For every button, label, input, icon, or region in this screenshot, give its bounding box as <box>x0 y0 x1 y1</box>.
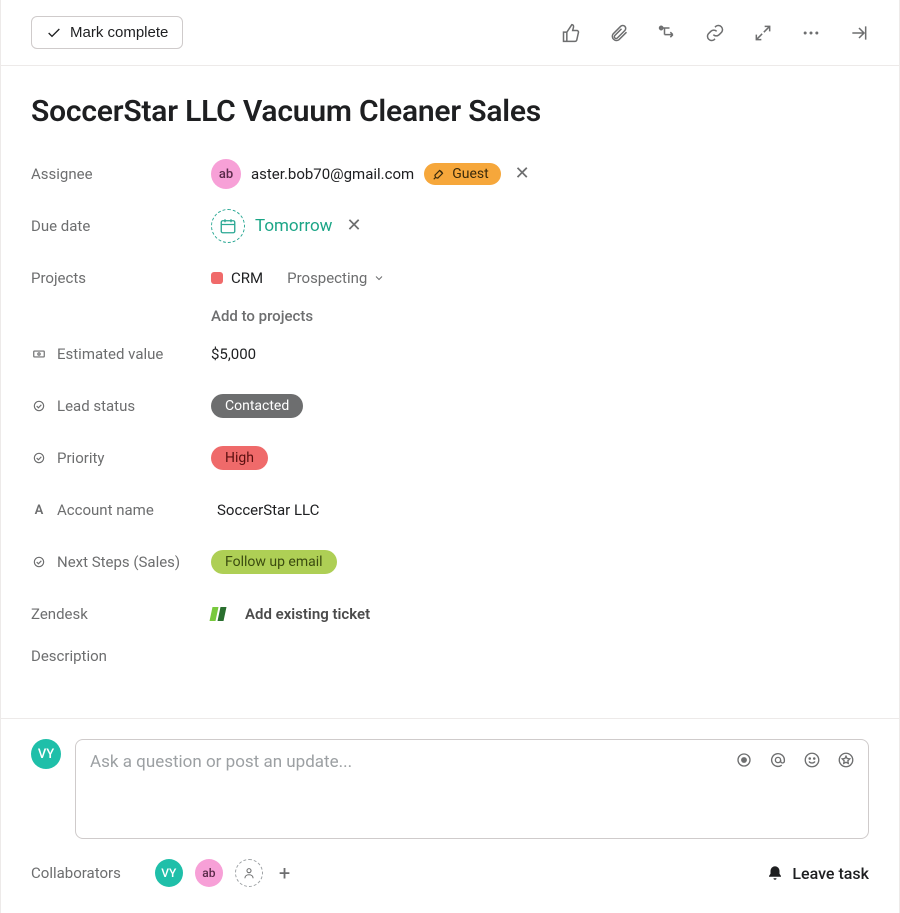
zendesk-icon <box>211 607 231 621</box>
project-chip[interactable]: CRM <box>211 269 263 287</box>
add-collaborator-button[interactable]: + <box>275 861 294 885</box>
subtask-icon[interactable] <box>657 23 677 43</box>
toolbar-actions <box>561 23 869 43</box>
more-icon[interactable] <box>801 23 821 43</box>
project-stage-label: Prospecting <box>287 269 367 287</box>
account-name-row: A Account name SoccerStar LLC <box>31 491 869 529</box>
zendesk-row: Zendesk Add existing ticket <box>31 595 869 633</box>
collaborator-avatar[interactable]: ab <box>195 859 223 887</box>
remove-due-date-button[interactable]: ✕ <box>342 217 365 235</box>
lead-status-label: Lead status <box>57 397 135 415</box>
assignee-avatar: ab <box>211 159 241 189</box>
close-panel-icon[interactable] <box>849 23 869 43</box>
estimated-value-label: Estimated value <box>57 345 163 363</box>
chevron-down-icon <box>373 272 385 284</box>
comment-section: VY Ask a question or post an update... <box>1 718 899 839</box>
next-steps-field[interactable]: Follow up email <box>211 550 337 574</box>
collaborator-avatar[interactable]: VY <box>155 859 183 887</box>
estimated-value-row: Estimated value $5,000 <box>31 335 869 373</box>
project-stage-dropdown[interactable]: Prospecting <box>287 269 385 287</box>
task-title[interactable]: SoccerStar LLC Vacuum Cleaner Sales <box>31 94 869 129</box>
task-body[interactable]: SoccerStar LLC Vacuum Cleaner Sales Assi… <box>1 66 899 718</box>
mention-icon[interactable] <box>768 750 788 770</box>
collaborators-label: Collaborators <box>31 864 121 882</box>
priority-field[interactable]: High <box>211 446 268 470</box>
guest-badge: Guest <box>424 163 500 185</box>
emoji-icon[interactable] <box>802 750 822 770</box>
account-name-label: Account name <box>57 501 154 519</box>
person-icon <box>242 866 256 880</box>
projects-row: Projects CRM Prospecting <box>31 259 869 297</box>
bell-icon <box>766 864 784 882</box>
priority-icon <box>31 450 47 466</box>
check-icon <box>46 25 62 41</box>
collaborators-section: Collaborators VY ab + <box>31 859 294 887</box>
priority-row: Priority High <box>31 439 869 477</box>
zendesk-label: Zendesk <box>31 605 211 623</box>
comment-input[interactable]: Ask a question or post an update... <box>75 739 869 839</box>
project-name: CRM <box>231 269 263 287</box>
account-name-field[interactable]: SoccerStar LLC <box>211 501 319 519</box>
expand-icon[interactable] <box>753 23 773 43</box>
leave-task-button[interactable]: Leave task <box>766 864 869 883</box>
link-icon[interactable] <box>705 23 725 43</box>
assignee-value[interactable]: ab aster.bob70@gmail.com Guest ✕ <box>211 159 534 189</box>
mark-complete-label: Mark complete <box>70 24 168 41</box>
leave-task-label: Leave task <box>792 864 869 883</box>
currency-icon <box>31 346 47 362</box>
zendesk-add-label: Add existing ticket <box>245 605 370 623</box>
due-date-text: Tomorrow <box>255 216 332 236</box>
assignee-row: Assignee ab aster.bob70@gmail.com Guest … <box>31 155 869 193</box>
like-icon[interactable] <box>561 23 581 43</box>
due-date-row: Due date Tomorrow ✕ <box>31 207 869 245</box>
assignee-label: Assignee <box>31 165 211 183</box>
text-field-icon: A <box>31 502 47 518</box>
comment-placeholder: Ask a question or post an update... <box>90 752 352 772</box>
estimated-value-field[interactable]: $5,000 <box>211 345 256 363</box>
next-steps-icon <box>31 554 47 570</box>
due-date-label: Due date <box>31 217 211 235</box>
estimated-value-text: $5,000 <box>211 345 256 363</box>
calendar-icon <box>211 209 245 243</box>
priority-pill: High <box>211 446 268 470</box>
add-collaborator-placeholder[interactable] <box>235 859 263 887</box>
guest-label: Guest <box>452 166 488 182</box>
current-user-avatar: VY <box>31 739 61 769</box>
project-color-dot <box>211 272 223 284</box>
priority-label: Priority <box>57 449 104 467</box>
projects-label: Projects <box>31 269 211 287</box>
task-footer: Collaborators VY ab + Leave task <box>1 839 899 913</box>
attachment-icon[interactable] <box>609 23 629 43</box>
task-toolbar: Mark complete <box>1 0 899 66</box>
mark-complete-button[interactable]: Mark complete <box>31 16 183 49</box>
add-to-projects-button[interactable]: Add to projects <box>211 307 869 325</box>
appreciate-icon[interactable] <box>836 750 856 770</box>
lead-status-pill: Contacted <box>211 394 303 418</box>
zendesk-add-button[interactable]: Add existing ticket <box>211 605 370 623</box>
description-label: Description <box>31 647 869 665</box>
status-icon <box>31 398 47 414</box>
account-name-text: SoccerStar LLC <box>217 501 319 519</box>
remove-assignee-button[interactable]: ✕ <box>511 165 534 183</box>
guest-icon <box>432 167 446 181</box>
next-steps-label: Next Steps (Sales) <box>57 553 180 571</box>
due-date-value[interactable]: Tomorrow ✕ <box>211 209 366 243</box>
lead-status-row: Lead status Contacted <box>31 387 869 425</box>
next-steps-row: Next Steps (Sales) Follow up email <box>31 543 869 581</box>
record-icon[interactable] <box>734 750 754 770</box>
lead-status-field[interactable]: Contacted <box>211 394 303 418</box>
next-steps-pill: Follow up email <box>211 550 337 574</box>
assignee-email: aster.bob70@gmail.com <box>251 165 414 183</box>
